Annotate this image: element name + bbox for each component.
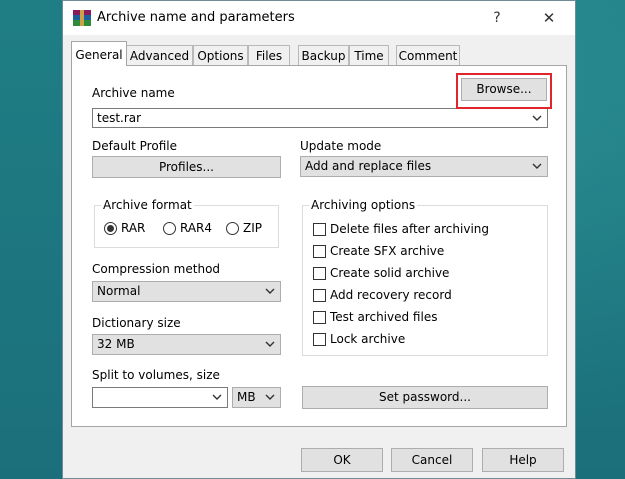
compression-method-label: Compression method [92, 262, 221, 276]
chevron-down-icon[interactable] [265, 341, 275, 348]
update-mode-label: Update mode [300, 139, 382, 153]
checkbox-create-solid-label: Create solid archive [330, 266, 450, 280]
title-bar: Archive name and parameters ? ✕ [63, 1, 575, 35]
chevron-down-icon[interactable] [265, 394, 275, 401]
archive-format-group: Archive format RAR RAR4 ZIP [94, 198, 279, 248]
tab-options[interactable]: Options [193, 45, 248, 65]
dictionary-size-select[interactable]: 32 MB [92, 334, 281, 355]
radio-zip[interactable] [226, 222, 239, 235]
cancel-button[interactable]: Cancel [391, 448, 473, 472]
chevron-down-icon[interactable] [212, 394, 222, 401]
chevron-down-icon[interactable] [532, 163, 542, 170]
browse-highlight-box [456, 73, 552, 109]
ok-button[interactable]: OK [301, 448, 383, 472]
winrar-app-icon [73, 10, 91, 26]
checkbox-test-files[interactable] [313, 311, 326, 324]
help-button[interactable]: Help [482, 448, 564, 472]
checkbox-test-files-label: Test archived files [330, 310, 438, 324]
tab-files[interactable]: Files [248, 45, 290, 65]
profiles-button[interactable]: Profiles... [92, 156, 281, 178]
split-size-combo[interactable] [92, 387, 228, 408]
chevron-down-icon[interactable] [532, 115, 542, 122]
archive-name-combo[interactable]: test.rar [92, 108, 548, 128]
dictionary-size-label: Dictionary size [92, 316, 181, 330]
radio-zip-label: ZIP [243, 221, 262, 235]
general-panel: Archive name Browse... test.rar Default … [71, 65, 567, 427]
tab-comment[interactable]: Comment [396, 45, 460, 65]
default-profile-label: Default Profile [92, 139, 177, 153]
radio-rar4-label: RAR4 [180, 221, 213, 235]
dictionary-size-value: 32 MB [97, 337, 135, 351]
archive-name-label: Archive name [92, 86, 175, 100]
split-unit-value: MB [237, 390, 256, 404]
checkbox-delete-files[interactable] [313, 223, 326, 236]
checkbox-lock-archive-label: Lock archive [330, 332, 406, 346]
split-volumes-label: Split to volumes, size [92, 368, 220, 382]
update-mode-select[interactable]: Add and replace files [300, 156, 548, 177]
split-unit-select[interactable]: MB [232, 387, 281, 408]
tab-advanced[interactable]: Advanced [126, 45, 193, 65]
tab-general[interactable]: General [71, 41, 127, 66]
archive-dialog: Archive name and parameters ? ✕ General … [62, 0, 576, 479]
checkbox-create-sfx-label: Create SFX archive [330, 244, 445, 258]
compression-method-value: Normal [97, 284, 141, 298]
checkbox-create-solid[interactable] [313, 267, 326, 280]
checkbox-lock-archive[interactable] [313, 333, 326, 346]
update-mode-value: Add and replace files [305, 159, 432, 173]
help-icon[interactable]: ? [483, 7, 511, 29]
archive-name-value: test.rar [97, 111, 142, 125]
radio-rar[interactable] [104, 222, 117, 235]
close-icon[interactable]: ✕ [535, 7, 563, 29]
checkbox-delete-files-label: Delete files after archiving [330, 222, 490, 236]
archiving-options-title: Archiving options [309, 198, 418, 212]
radio-rar4[interactable] [163, 222, 176, 235]
chevron-down-icon[interactable] [265, 288, 275, 295]
checkbox-recovery-record-label: Add recovery record [330, 288, 452, 302]
window-title: Archive name and parameters [97, 10, 295, 25]
compression-method-select[interactable]: Normal [92, 281, 281, 302]
archive-format-title: Archive format [101, 198, 194, 212]
tab-backup[interactable]: Backup [298, 45, 349, 65]
tab-time[interactable]: Time [349, 45, 389, 65]
checkbox-create-sfx[interactable] [313, 245, 326, 258]
radio-rar-label: RAR [121, 221, 146, 235]
archiving-options-group: Archiving options Delete files after arc… [302, 198, 548, 356]
checkbox-recovery-record[interactable] [313, 289, 326, 302]
set-password-button[interactable]: Set password... [302, 386, 548, 409]
